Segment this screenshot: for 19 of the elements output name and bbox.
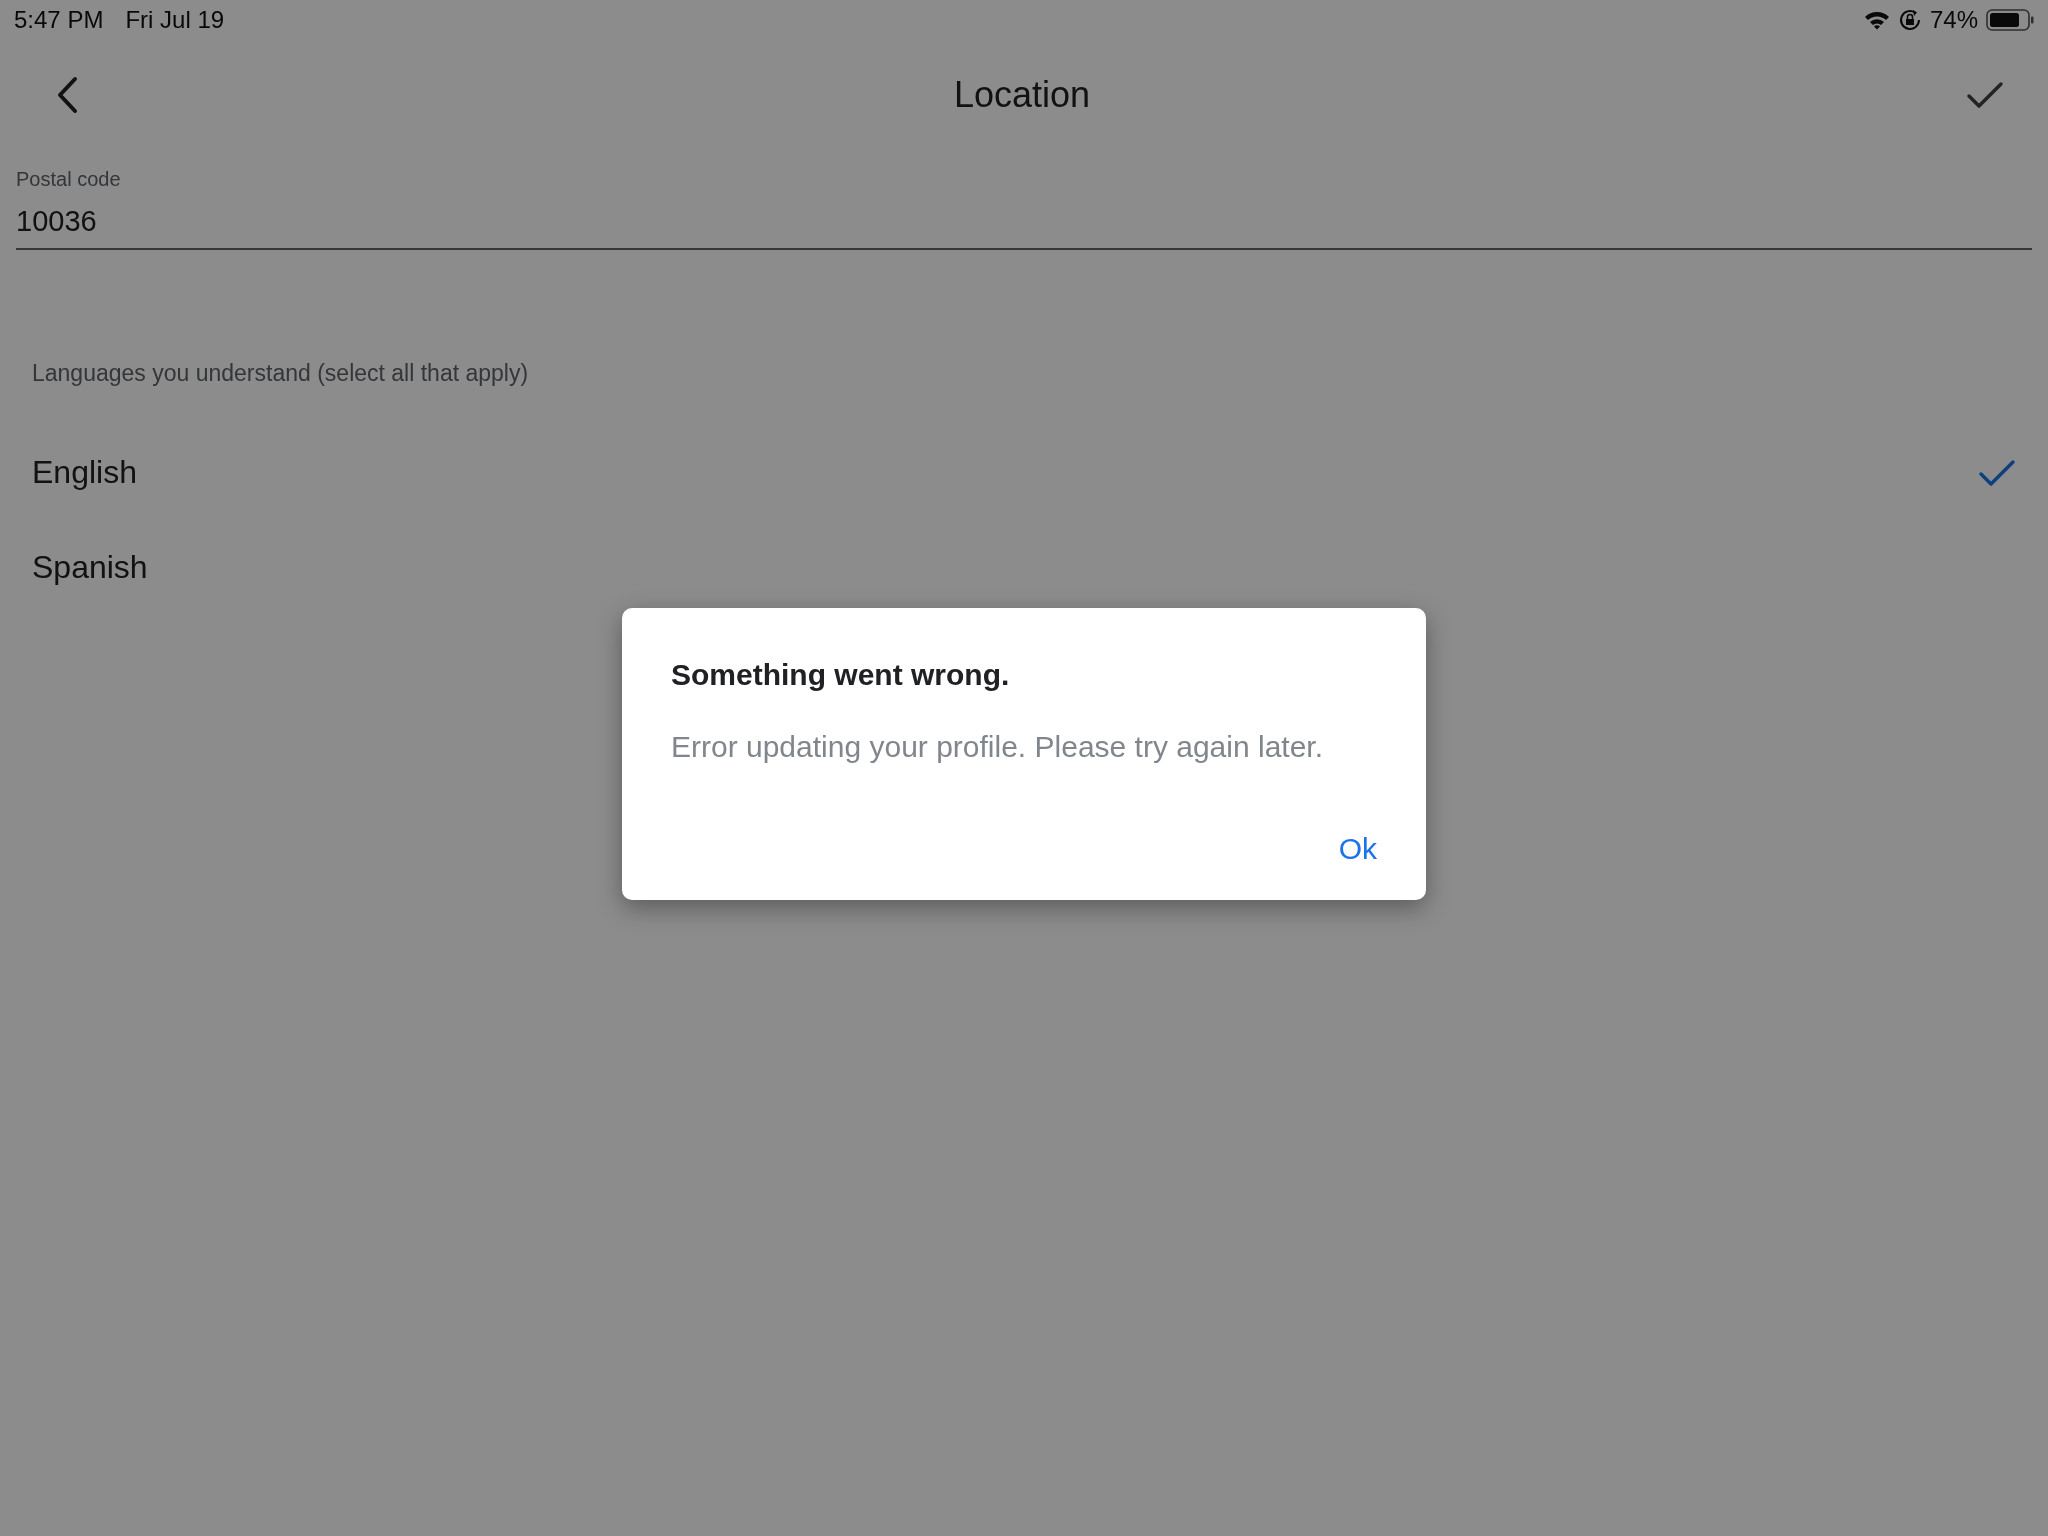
battery-icon (1986, 9, 2034, 31)
section-label: Languages you understand (select all that apply) (32, 360, 529, 387)
wifi-icon (1863, 10, 1890, 30)
language-item[interactable]: Spanish (32, 520, 2016, 615)
status-date: Fri Jul 19 (125, 6, 225, 34)
checkmark-icon (1966, 80, 2004, 110)
back-icon (56, 76, 78, 114)
postal-code-field[interactable]: Postal code 10036 (16, 168, 2032, 250)
field-value: 10036 (16, 205, 97, 238)
status-time: 5:47 PM (14, 6, 104, 34)
checkmark-icon (1978, 457, 2016, 488)
dialog-message: Error updating your profile. Please try again later. (671, 730, 1325, 764)
field-label: Postal code (16, 168, 121, 191)
language-item[interactable]: English (32, 425, 2016, 520)
dialog-title: Something went wrong. (671, 658, 1011, 692)
ok-button[interactable]: Ok (1338, 826, 1377, 872)
battery-percent: 74% (1929, 6, 1978, 34)
page-title: Location (953, 74, 1091, 116)
rotation-lock-icon (1897, 8, 1922, 32)
